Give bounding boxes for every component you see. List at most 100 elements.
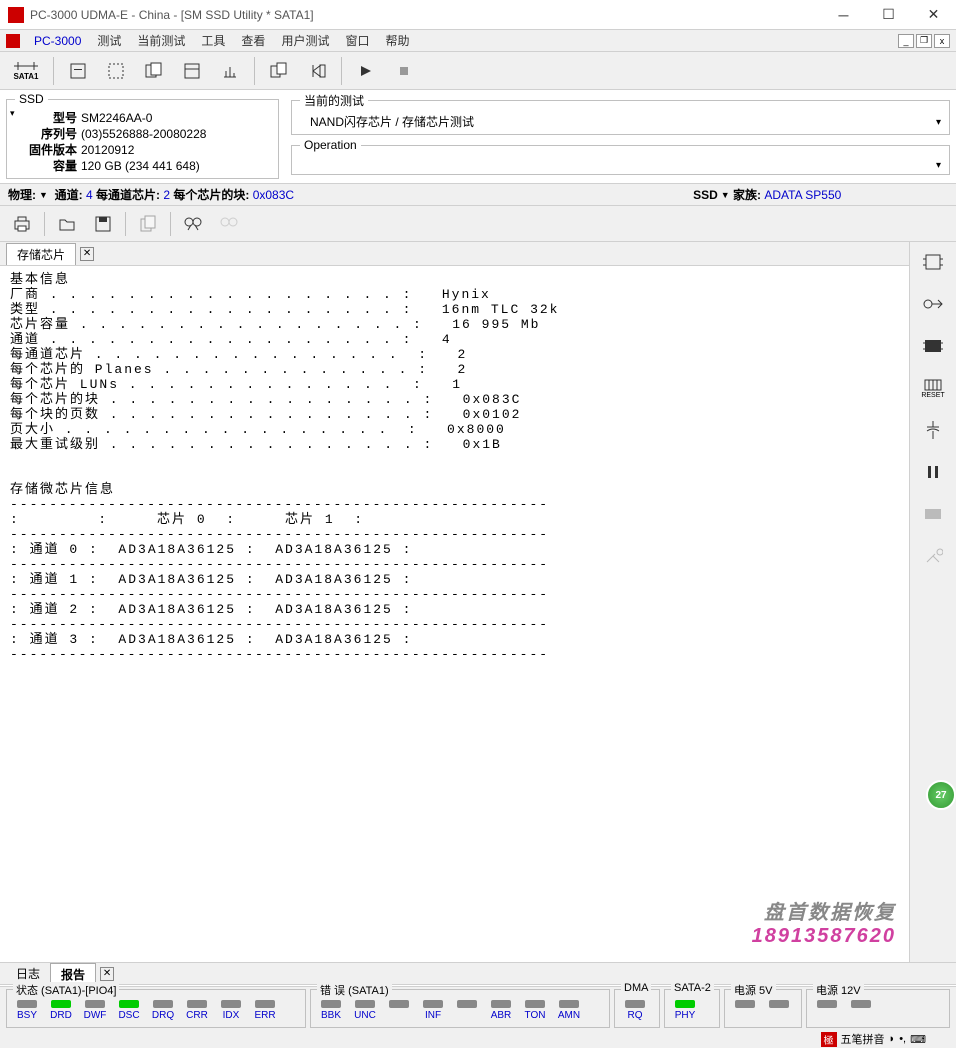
find-button[interactable]: [179, 210, 207, 238]
ssd-legend: SSD: [15, 92, 48, 106]
menu-app[interactable]: PC-3000: [26, 32, 89, 50]
led-inf: INF: [419, 1000, 447, 1021]
tab-storage-chip[interactable]: 存储芯片: [6, 243, 76, 265]
app-icon: [8, 7, 24, 23]
main-area: 存储芯片 ✕ 基本信息 厂商 . . . . . . . . . . . . .…: [0, 242, 956, 962]
led-blank: [385, 1000, 413, 1021]
side-tools-icon[interactable]: [917, 542, 949, 570]
menu-view[interactable]: 查看: [233, 30, 273, 51]
secondary-toolbar: [0, 206, 956, 242]
ime-badge[interactable]: 極: [821, 1032, 837, 1047]
status-group-dma: DMA RQ: [614, 989, 660, 1028]
led-bsy: BSY: [13, 1000, 41, 1021]
operation-value: [300, 156, 941, 170]
led-blank: [453, 1000, 481, 1021]
mdi-close[interactable]: x: [934, 34, 950, 48]
ssd-serial: (03)5526888-20080228: [81, 126, 206, 142]
led-amn: AMN: [555, 1000, 583, 1021]
led-dwf: DWF: [81, 1000, 109, 1021]
log-tab-close[interactable]: ✕: [100, 967, 114, 981]
current-test-panel: 当前的测试 NAND闪存芯片 / 存储芯片测试 ▾: [291, 92, 950, 135]
ime-punct-icon[interactable]: •,: [899, 1033, 906, 1045]
side-chip3-icon[interactable]: [917, 500, 949, 528]
led-dsc: DSC: [115, 1000, 143, 1021]
ssd-dropdown-icon[interactable]: ▼: [721, 190, 730, 200]
led-crr: CRR: [183, 1000, 211, 1021]
side-chip2-icon[interactable]: [917, 332, 949, 360]
menu-tools[interactable]: 工具: [193, 30, 233, 51]
maximize-button[interactable]: ☐: [866, 0, 911, 30]
copy-button[interactable]: [134, 210, 162, 238]
menu-current-test[interactable]: 当前测试: [129, 30, 193, 51]
led-drq: DRQ: [149, 1000, 177, 1021]
led-unc: UNC: [351, 1000, 379, 1021]
minimize-button[interactable]: ─: [821, 0, 866, 30]
led-abr: ABR: [487, 1000, 515, 1021]
green-badge[interactable]: 27: [926, 780, 956, 810]
main-toolbar: SATA1: [0, 52, 956, 90]
tool-btn-6[interactable]: [262, 55, 296, 87]
side-arrow-icon[interactable]: [917, 290, 949, 318]
led-err: ERR: [251, 1000, 279, 1021]
tab-log[interactable]: 日志: [6, 963, 50, 984]
ssd-info-panel: SSD ▾ 型号SM2246AA-0 序列号(03)5526888-200802…: [6, 92, 279, 179]
open-button[interactable]: [53, 210, 81, 238]
close-button[interactable]: ✕: [911, 0, 956, 30]
menu-window[interactable]: 窗口: [337, 30, 377, 51]
menu-test[interactable]: 测试: [89, 30, 129, 51]
operation-dropdown-icon[interactable]: ▾: [936, 160, 941, 171]
led-blank: [813, 1000, 841, 1010]
ssd-capacity: 120 GB (234 441 648): [81, 158, 200, 174]
side-pause-icon[interactable]: [917, 458, 949, 486]
operation-panel: Operation ▾: [291, 138, 950, 175]
save-button[interactable]: [89, 210, 117, 238]
side-chip-icon[interactable]: [917, 248, 949, 276]
tab-close-button[interactable]: ✕: [80, 247, 94, 261]
led-ton: TON: [521, 1000, 549, 1021]
ssd-family: ADATA SP550: [764, 188, 841, 202]
current-test-dropdown-icon[interactable]: ▾: [936, 117, 941, 128]
menu-help[interactable]: 帮助: [377, 30, 417, 51]
window-title: PC-3000 UDMA-E - China - [SM SSD Utility…: [30, 8, 821, 22]
ime-name[interactable]: 五笔拼音: [841, 1031, 885, 1047]
status-group-sata: 状态 (SATA1)-[PIO4] BSYDRDDWFDSCDRQCRRIDXE…: [6, 989, 306, 1028]
content-tabs: 存储芯片 ✕: [0, 242, 909, 266]
tool-btn-2[interactable]: [99, 55, 133, 87]
ssd-firmware: 20120912: [81, 142, 134, 158]
physical-info-bar: 物理:▼ 通道: 4 每通道芯片: 2 每个芯片的块: 0x083C SSD▼ …: [0, 184, 956, 206]
side-cap-icon[interactable]: [917, 416, 949, 444]
ime-moon-icon[interactable]: ◗: [889, 1033, 896, 1045]
print-button[interactable]: [8, 210, 36, 238]
phys-blocks: 0x083C: [253, 188, 294, 202]
led-blank: [765, 1000, 793, 1010]
log-tabs: 日志 报告 ✕: [0, 962, 956, 984]
info-panels: SSD ▾ 型号SM2246AA-0 序列号(03)5526888-200802…: [0, 90, 956, 184]
status-group-12v: 电源 12V: [806, 989, 950, 1028]
led-idx: IDX: [217, 1000, 245, 1021]
side-toolbar: RESET: [910, 242, 956, 962]
play-button[interactable]: [349, 55, 383, 87]
ssd-dropdown-icon[interactable]: ▾: [10, 108, 15, 119]
tool-btn-4[interactable]: [175, 55, 209, 87]
app-icon-small: [6, 34, 20, 48]
tool-btn-3[interactable]: [137, 55, 171, 87]
tool-btn-5[interactable]: [213, 55, 247, 87]
find-next-button[interactable]: [215, 210, 243, 238]
ime-keyboard-icon[interactable]: ⌨: [910, 1033, 926, 1046]
phys-dropdown-icon[interactable]: ▼: [39, 190, 48, 200]
menubar: PC-3000 测试 当前测试 工具 查看 用户测试 窗口 帮助 _ ❐ x: [0, 30, 956, 52]
mdi-minimize[interactable]: _: [898, 34, 914, 48]
status-group-error: 错 误 (SATA1) BBKUNCINFABRTONAMN: [310, 989, 610, 1028]
mdi-restore[interactable]: ❐: [916, 34, 932, 48]
stop-button[interactable]: [387, 55, 421, 87]
menu-user-test[interactable]: 用户测试: [273, 30, 337, 51]
tool-btn-7[interactable]: [300, 55, 334, 87]
sata-port-button[interactable]: SATA1: [6, 55, 46, 87]
status-group-5v: 电源 5V: [724, 989, 802, 1028]
tool-btn-1[interactable]: [61, 55, 95, 87]
side-reset-button[interactable]: RESET: [917, 374, 949, 402]
phys-chips: 2: [163, 188, 170, 202]
ssd-model: SM2246AA-0: [81, 110, 152, 126]
content-text-area: 基本信息 厂商 . . . . . . . . . . . . . . . . …: [0, 266, 909, 962]
led-phy: PHY: [671, 1000, 699, 1021]
